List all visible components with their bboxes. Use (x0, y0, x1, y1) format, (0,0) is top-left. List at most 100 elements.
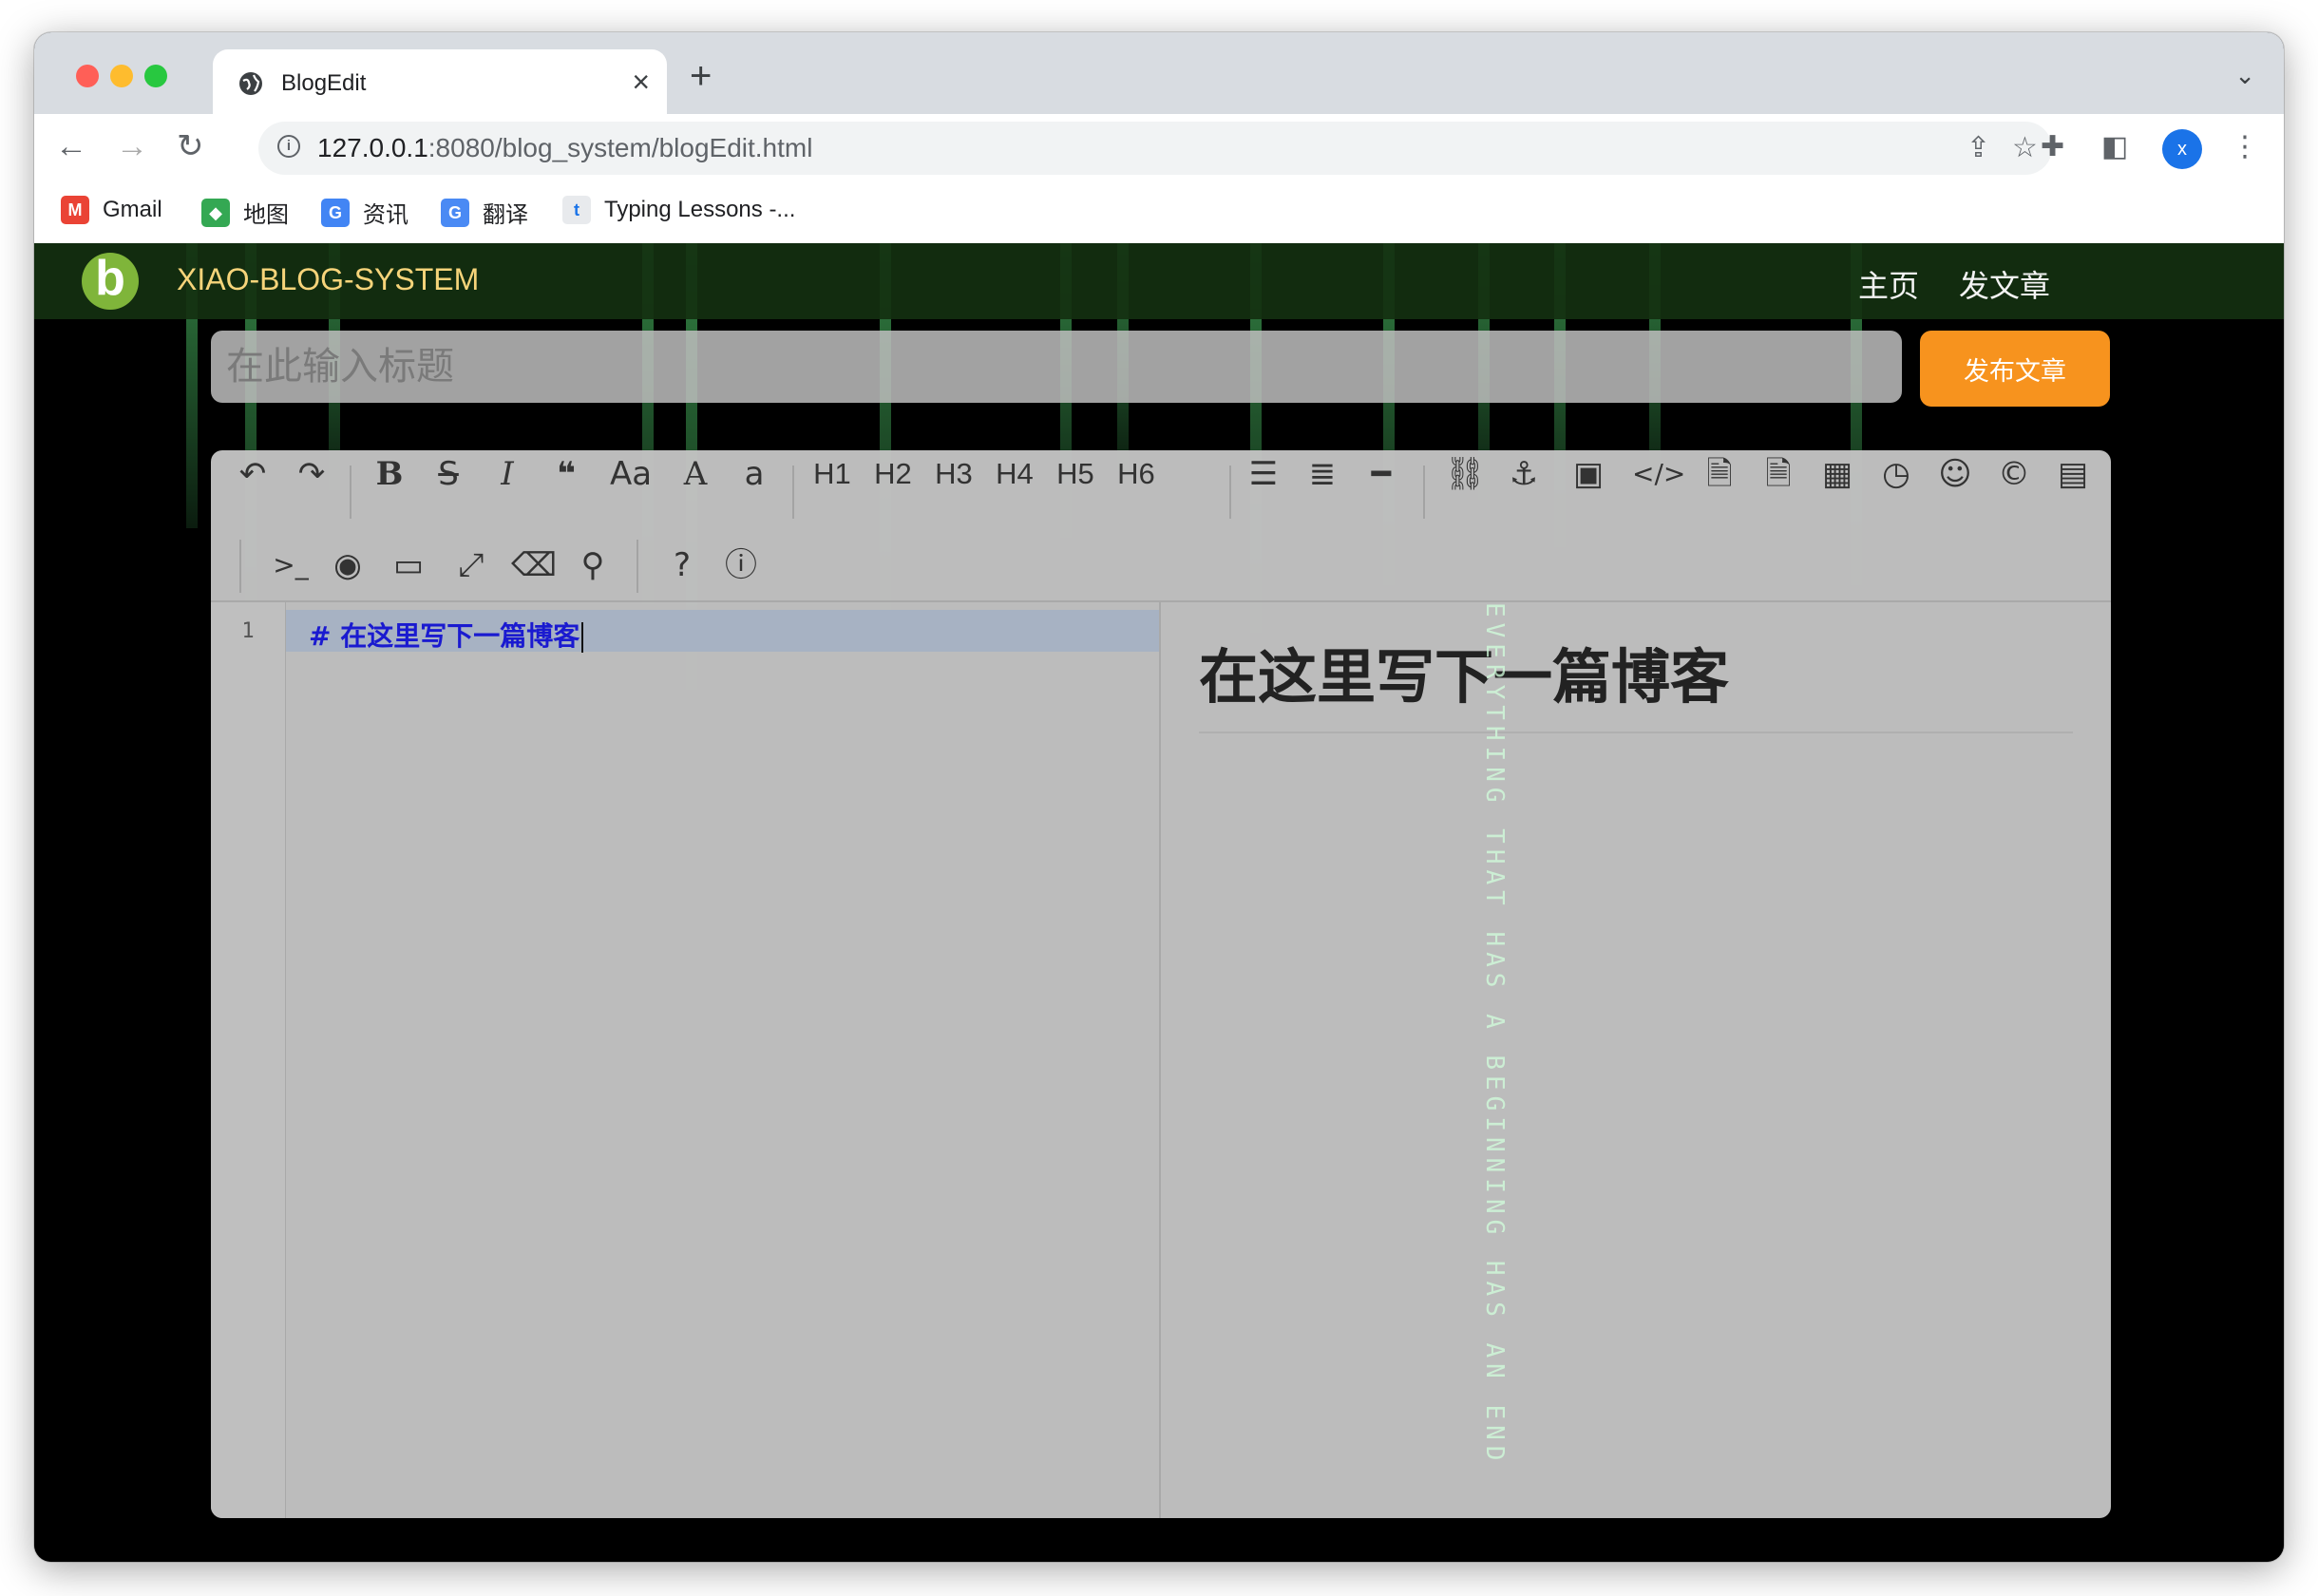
extensions-icon[interactable]: ✚ (2041, 129, 2064, 165)
bookmark-label: Typing Lessons -... (604, 197, 796, 222)
close-window-button[interactable] (76, 65, 99, 87)
more-menu-icon[interactable]: ⋮ (2231, 129, 2259, 165)
bookmark-translate[interactable]: G 翻译 (441, 196, 528, 229)
redo-icon[interactable]: ↷ (291, 450, 332, 498)
bold-icon[interactable]: B (369, 450, 410, 498)
html-entities-icon[interactable]: © (1993, 450, 2035, 498)
maximize-window-button[interactable] (144, 65, 167, 87)
bookmark-typing-lessons[interactable]: t Typing Lessons -... (562, 196, 795, 224)
code-block-icon[interactable]: 🗎 (1758, 450, 1799, 498)
horizontal-rule-icon[interactable]: ━ (1360, 450, 1402, 498)
url-path: :8080/blog_system/blogEdit.html (428, 133, 813, 162)
h6-button[interactable]: H6 (1112, 450, 1161, 498)
font-upper-icon[interactable]: A (674, 450, 716, 498)
toolbar-separator (636, 540, 638, 593)
search-icon[interactable]: ⚲ (572, 542, 614, 589)
preview-icon[interactable]: ▭ (388, 542, 429, 589)
bookmark-label: 资讯 (363, 202, 408, 228)
datetime-icon[interactable]: ◷ (1875, 450, 1917, 498)
unordered-list-icon[interactable]: ☰ (1243, 450, 1284, 498)
tab-title: BlogEdit (281, 70, 367, 96)
address-bar[interactable]: i 127.0.0.1:8080/blog_system/blogEdit.ht… (258, 122, 2052, 175)
markdown-editor: ↶ ↷ B S I ❝ Aa A a H1 H2 H3 H4 H5 H6 ☰ ≣ (211, 450, 2111, 1518)
title-input[interactable] (211, 331, 1902, 403)
code-line-text: # 在这里写下一篇博客 (309, 620, 580, 652)
news-icon: G (321, 198, 350, 227)
bookmark-news[interactable]: G 资讯 (321, 196, 408, 229)
back-icon[interactable]: ← (55, 125, 87, 167)
toolbar-separator (792, 466, 794, 519)
forward-icon[interactable]: → (116, 125, 148, 167)
code-line[interactable]: # 在这里写下一篇博客 (309, 616, 584, 654)
toolbar-separator (1423, 466, 1425, 519)
site-info-icon[interactable]: i (277, 135, 300, 158)
table-icon[interactable]: ▦ (1816, 450, 1858, 498)
editor-toolbar: ↶ ↷ B S I ❝ Aa A a H1 H2 H3 H4 H5 H6 ☰ ≣ (211, 450, 2111, 602)
preview-heading: 在这里写下一篇博客 (1199, 629, 2073, 733)
bookmark-gmail[interactable]: M Gmail (61, 196, 162, 224)
browser-window: BlogEdit × + ⌄ ← → ↻ i 127.0.0.1:8080/bl… (34, 32, 2284, 1562)
bookmarks-bar: M Gmail ◆ 地图 G 资讯 G 翻译 t Typing Lessons … (34, 180, 2284, 244)
site-navbar: b XIAO-BLOG-SYSTEM 主页 发文章 (34, 243, 2284, 319)
bookmark-label: Gmail (103, 197, 162, 222)
code-icon[interactable]: </> (1632, 450, 1685, 498)
bookmark-label: 翻译 (483, 202, 528, 228)
uppercase-icon[interactable]: Aa (602, 450, 659, 498)
h2-button[interactable]: H2 (868, 450, 918, 498)
ordered-list-icon[interactable]: ≣ (1302, 450, 1343, 498)
url-host: 127.0.0.1 (317, 133, 428, 162)
h3-button[interactable]: H3 (929, 450, 978, 498)
side-panel-icon[interactable]: ◧ (2101, 129, 2128, 165)
markdown-code-pane[interactable]: # 在这里写下一篇博客 (286, 602, 1161, 1518)
url-text[interactable]: 127.0.0.1:8080/blog_system/blogEdit.html (317, 133, 812, 163)
gmail-icon: M (61, 196, 89, 224)
clear-icon[interactable]: ⌫ (511, 542, 557, 589)
bookmark-star-icon[interactable]: ☆ (2012, 131, 2038, 165)
image-icon[interactable]: ▣ (1568, 450, 1609, 498)
anchor-icon[interactable]: ⚓ (1503, 450, 1545, 498)
tab-blogedit[interactable]: BlogEdit × (213, 49, 667, 114)
minimize-window-button[interactable] (110, 65, 133, 87)
site-brand: XIAO-BLOG-SYSTEM (177, 262, 480, 296)
tab-search-icon[interactable]: ⌄ (2234, 61, 2255, 90)
publish-button[interactable]: 发布文章 (1920, 331, 2110, 407)
undo-icon[interactable]: ↶ (232, 450, 274, 498)
new-tab-button[interactable]: + (690, 57, 712, 95)
markdown-preview-pane: 在这里写下一篇博客 (1161, 602, 2111, 1518)
matrix-background-text: EVERYTHING THAT HAS A BEGINNING HAS AN E… (1480, 602, 1509, 1467)
bookmark-maps[interactable]: ◆ 地图 (201, 196, 289, 229)
toolbar-separator (1229, 466, 1231, 519)
emoji-icon[interactable]: ☺ (1934, 450, 1976, 498)
tab-strip: BlogEdit × + ⌄ (34, 32, 2284, 114)
strikethrough-icon[interactable]: S (428, 450, 469, 498)
text-cursor (581, 622, 584, 653)
pagebreak-icon[interactable]: ▤ (2052, 450, 2094, 498)
h1-button[interactable]: H1 (808, 450, 857, 498)
nav-home-link[interactable]: 主页 (1858, 262, 1919, 306)
tab-close-icon[interactable]: × (632, 65, 650, 99)
profile-avatar[interactable]: x (2162, 129, 2202, 169)
link-icon[interactable]: ⛓ (1444, 450, 1486, 498)
blog-logo-icon[interactable]: b (82, 253, 139, 310)
browser-toolbar: ← → ↻ i 127.0.0.1:8080/blog_system/blogE… (34, 114, 2284, 180)
quote-icon[interactable]: ❝ (545, 450, 587, 498)
reload-icon[interactable]: ↻ (177, 125, 204, 167)
line-number-gutter: 1 (211, 602, 286, 1518)
share-icon[interactable]: ⇪ (1966, 131, 1990, 165)
line-number: 1 (241, 619, 255, 643)
preformatted-code-icon[interactable]: 🗎 (1699, 450, 1740, 498)
maps-icon: ◆ (201, 198, 230, 227)
help-icon[interactable]: ? (661, 542, 703, 589)
font-lower-icon[interactable]: a (733, 450, 775, 498)
goto-line-icon[interactable]: >_ (264, 542, 317, 589)
typing-icon: t (562, 196, 591, 224)
info-icon[interactable]: ⓘ (720, 542, 762, 589)
toolbar-separator (350, 466, 352, 519)
h4-button[interactable]: H4 (990, 450, 1039, 498)
italic-icon[interactable]: I (486, 450, 528, 498)
h5-button[interactable]: H5 (1051, 450, 1100, 498)
nav-write-link[interactable]: 发文章 (1959, 262, 2050, 306)
fullscreen-icon[interactable]: ⤢ (450, 542, 492, 589)
translate-icon: G (441, 198, 469, 227)
watch-toggle-icon[interactable]: ◉ (327, 542, 369, 589)
